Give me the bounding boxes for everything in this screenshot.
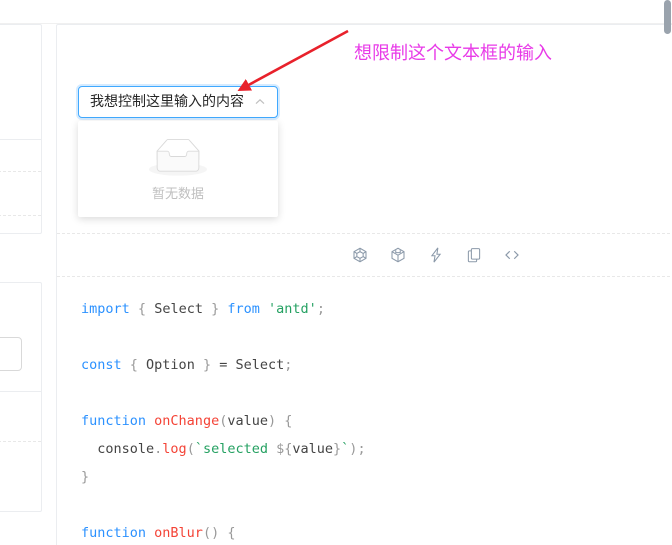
chevron-up-icon[interactable] <box>254 96 266 108</box>
code-block: import { Select } from 'antd'; const { O… <box>57 277 672 545</box>
card-divider <box>0 391 41 392</box>
code-icon[interactable] <box>503 246 521 264</box>
empty-box-icon <box>149 138 207 176</box>
codesandbox-icon[interactable] <box>351 246 369 264</box>
select-value: 我想控制这里输入的内容 <box>90 94 244 110</box>
card-dashed-divider <box>0 171 41 172</box>
empty-state-text: 暂无数据 <box>151 187 204 202</box>
select-dropdown[interactable]: 暂无数据 <box>78 121 278 217</box>
page-scrollbar[interactable] <box>663 0 672 545</box>
thunderbolt-icon[interactable] <box>427 246 445 264</box>
code-content[interactable]: import { Select } from 'antd'; const { O… <box>81 295 672 545</box>
annotation-caption: 想限制这个文本框的输入 <box>354 43 552 64</box>
card-dashed-divider <box>0 215 41 216</box>
page-root: import { Select } from 'antd'; const { O… <box>0 0 672 545</box>
adjacent-select-stub[interactable] <box>0 337 22 371</box>
codepen-icon[interactable] <box>389 246 407 264</box>
page-scrollbar-thumb[interactable] <box>664 0 671 34</box>
select-input[interactable]: 我想控制这里输入的内容 <box>78 86 278 118</box>
adjacent-demo-card-bottom <box>0 282 42 512</box>
empty-state: 暂无数据 <box>78 121 278 212</box>
card-dashed-divider <box>0 441 41 442</box>
copy-icon[interactable] <box>465 246 483 264</box>
card-divider <box>0 139 41 140</box>
adjacent-demo-card-top <box>0 24 42 234</box>
demo-actions-toolbar <box>57 233 672 277</box>
